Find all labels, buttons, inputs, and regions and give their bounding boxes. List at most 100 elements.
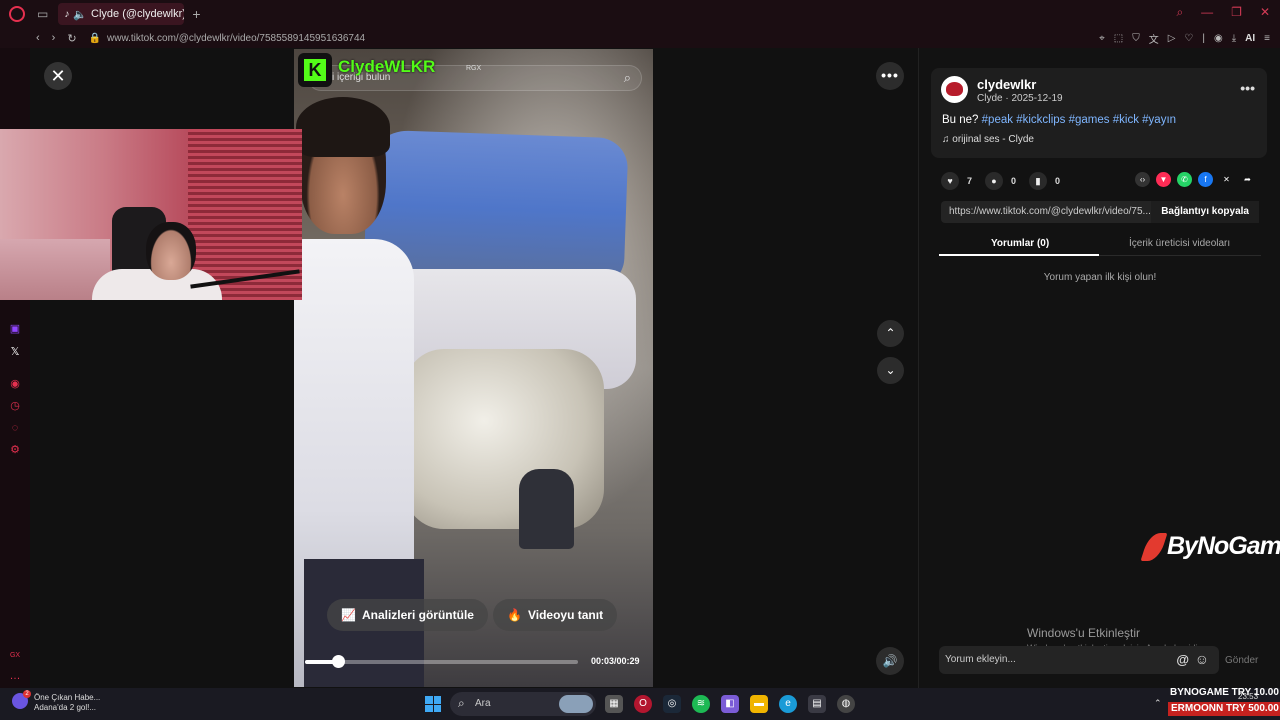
close-button[interactable]: ✕ [44,62,72,90]
play-icon[interactable]: ▷ [1168,33,1176,44]
opera-gx-icon[interactable]: O [634,695,652,713]
spotify-icon[interactable]: ≋ [692,695,710,713]
player-icon[interactable]: ◉ [9,378,21,390]
photos-icon[interactable]: ◧ [721,695,739,713]
pin-icon[interactable]: ⌖ [1099,33,1105,44]
start-button[interactable] [425,696,441,712]
volume-button[interactable]: 🔊 [876,647,904,675]
donation-line-1: BYNOGAME TRY 10.00 [1170,687,1279,698]
minimize-icon[interactable]: — [1201,5,1213,20]
news-widget[interactable]: 2 Öne Çıkan Habe... Adana'da 2 gol!... [12,690,100,713]
tab-comments[interactable]: Yorumlar (0) [991,238,1049,249]
wallet-icon[interactable]: ◉ [1214,33,1223,44]
bynogame-logo-icon [1140,532,1168,561]
mention-icon[interactable]: @ [1176,652,1189,667]
reload-icon[interactable]: ↻ [67,32,76,45]
task-view-icon[interactable]: ▦ [605,695,623,713]
share-arrow-icon[interactable]: ➦ [1240,172,1255,187]
ai-button[interactable]: AI [1245,33,1255,44]
share-link-url[interactable]: https://www.tiktok.com/@clydewlkr/video/… [949,206,1154,217]
url-field[interactable]: 🔒 www.tiktok.com/@clydewlkr/video/758558… [89,33,366,44]
twitch-icon[interactable]: ▣ [9,323,21,335]
maximize-icon[interactable]: ❐ [1231,5,1242,20]
download-icon[interactable]: ⤓ [1232,33,1236,44]
view-analytics-button[interactable]: 📈 Analizleri görüntüle [327,599,488,631]
chat-icon[interactable]: ◌ [9,422,21,434]
hashtag[interactable]: #games [1069,114,1110,126]
gx-icon[interactable]: GX [9,650,21,662]
sound-link[interactable]: ♫ orijinal ses - Clyde [942,134,1034,145]
video-scene-bundle [404,349,604,529]
file-explorer-icon[interactable]: ▬ [750,695,768,713]
search-highlight-image [559,695,593,713]
bookmark-icon: ▮ [1029,172,1047,190]
video-progress-bar[interactable] [305,655,578,668]
hashtag[interactable]: #yayın [1142,114,1176,126]
username[interactable]: clydewlkr [977,77,1036,92]
taskbar-search[interactable]: ⌕ Ara [450,692,596,716]
promote-video-button[interactable]: 🔥 Videoyu tanıt [493,599,618,631]
heart-icon[interactable]: ♡ [1184,33,1193,44]
donation-line-2: ERMOONN TRY 500.00 [1168,702,1280,716]
translate-icon[interactable]: 文 [1149,31,1159,46]
snapshot-icon[interactable]: ⬚ [1114,33,1123,44]
screen: ▭ ♪ 🔈 Clyde (@clydewlkr) | T + ⌕ — ❐ ✕ ‹… [0,0,1280,720]
comment-input[interactable]: Yorum ekleyin... @ ☺ [939,646,1219,674]
more-icon[interactable]: … [9,670,21,682]
opera-logo-icon[interactable] [9,6,25,22]
more-icon[interactable]: ••• [1240,80,1255,96]
webcam-person-head [146,222,196,280]
close-window-icon[interactable]: ✕ [1260,5,1270,20]
divider: | [1202,32,1205,44]
bynogame-watermark: ByNoGame [1140,532,1280,561]
send-icon[interactable]: ▼ [1156,172,1171,187]
video-person-hair [296,97,390,157]
search-icon[interactable]: ⌕ [1176,5,1183,20]
save-button[interactable]: ▮ 0 [1029,172,1060,190]
embed-icon[interactable]: ‹› [1135,172,1150,187]
browser-tab-tiktok[interactable]: ♪ 🔈 Clyde (@clydewlkr) | T [58,3,185,25]
details-panel: clydewlkr Clyde · 2025-12-19 ••• Bu ne? … [918,48,1280,688]
history-icon[interactable]: ◷ [9,400,21,412]
hashtag[interactable]: #peak [982,114,1013,126]
send-button[interactable]: Gönder [1225,655,1258,666]
active-tab-underline [939,254,1099,256]
lock-icon: 🔒 [88,32,102,44]
store-icon[interactable]: ▤ [808,695,826,713]
facebook-icon[interactable]: f [1198,172,1213,187]
settings-icon[interactable]: ⚙ [9,444,21,456]
tray-chevron-icon[interactable]: ⌃ [1154,698,1162,709]
tab-creator-videos[interactable]: İçerik üreticisi videoları [1129,238,1230,249]
next-video-button[interactable]: ⌄ [877,357,904,384]
progress-handle[interactable] [331,655,345,668]
avatar[interactable] [941,76,968,103]
more-options-button[interactable]: ••• [876,62,904,90]
edge-icon[interactable]: e [779,695,797,713]
copy-link-button[interactable]: Bağlantıyı kopyala [1151,201,1259,223]
whatsapp-icon[interactable]: ✆ [1177,172,1192,187]
x-icon[interactable]: 𝕏 [9,346,21,358]
taskbar-apps: ▦ O ◎ ≋ ◧ ▬ e ▤ ◍ [605,695,855,713]
menu-icon[interactable]: ≡ [1264,33,1270,44]
steam-icon[interactable]: ◎ [663,695,681,713]
previous-video-button[interactable]: ⌃ [877,320,904,347]
back-icon[interactable]: ‹ [36,32,40,45]
video-player[interactable]: İlgili içeriği bulun ⌕ K ClydeWLKR RGX 📈… [294,49,653,687]
forward-icon[interactable]: › [52,32,56,45]
x-share-icon[interactable]: ✕ [1219,172,1234,187]
avatar-mark [946,82,963,96]
comment-button[interactable]: ● 0 [985,172,1016,190]
like-button[interactable]: ♥ 7 [941,172,972,190]
workspaces-icon[interactable]: ▭ [37,7,48,21]
news-text: Öne Çıkan Habe... Adana'da 2 gol!... [34,693,100,713]
shield-icon[interactable]: ⛉ [1132,33,1140,44]
emoji-icon[interactable]: ☺ [1195,651,1209,667]
hashtag[interactable]: #kickclips [1016,114,1065,126]
new-tab-button[interactable]: + [192,6,200,22]
speaker-icon[interactable]: 🔈 [73,8,87,21]
app-icon[interactable]: ◍ [837,695,855,713]
news-icon: 2 [12,690,31,709]
chart-icon: 📈 [341,608,356,622]
flame-icon: 🔥 [507,608,522,622]
hashtag[interactable]: #kick [1113,114,1139,126]
